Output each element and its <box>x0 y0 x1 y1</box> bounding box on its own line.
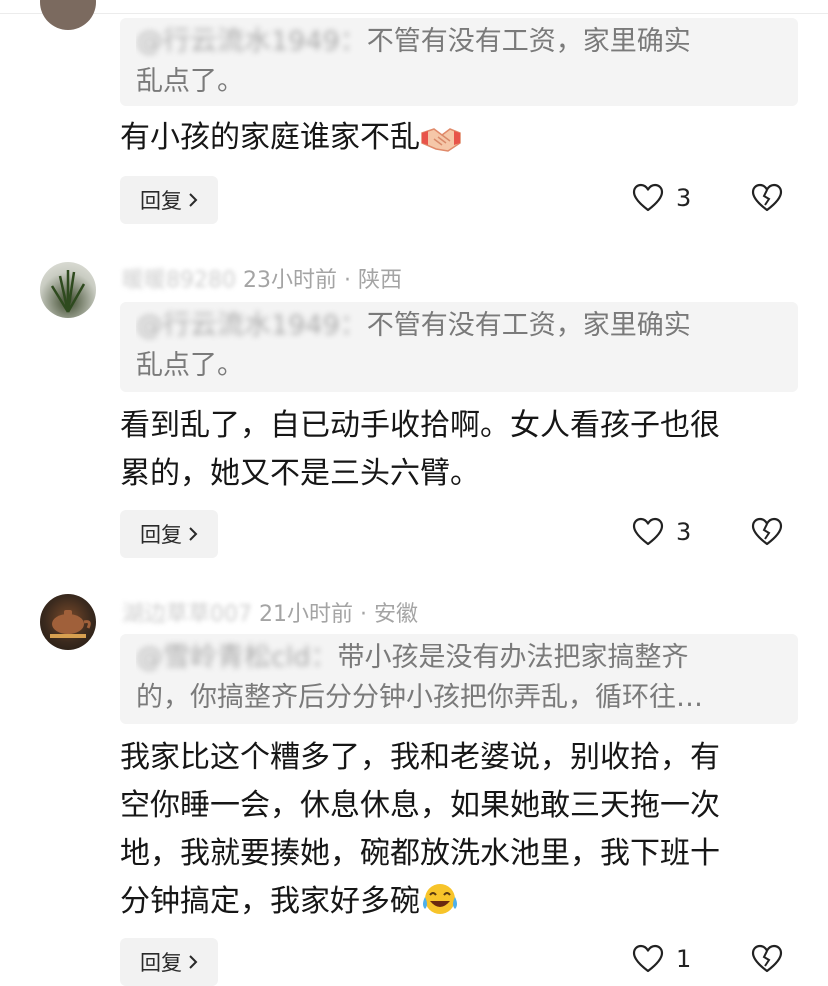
heart-outline-icon <box>632 944 664 973</box>
quote-username: @行云流水1949： <box>136 310 367 341</box>
quote-text-line: 不管有没有工资，家里确实 <box>366 26 691 57</box>
like-button[interactable]: 3 <box>632 517 691 547</box>
like-count: 3 <box>676 184 692 212</box>
top-divider <box>0 13 828 14</box>
avatar[interactable] <box>40 594 96 650</box>
chevron-right-icon <box>189 193 198 207</box>
comment-text: 有小孩的家庭谁家不乱 <box>120 114 790 162</box>
quote-username: @行云流水1949： <box>136 26 367 57</box>
time: 21小时前 <box>259 602 353 627</box>
quote-text-line: 不管有没有工资，家里确实 <box>366 310 691 341</box>
chevron-right-icon <box>189 955 198 969</box>
comment-text: 我家比这个糟多了，我和老婆说，别收拾，有 空你睡一会，休息休息，如果她敢三天拖一… <box>120 740 720 919</box>
quoted-comment[interactable]: @行云流水1949：不管有没有工资，家里确实 乱点了。 <box>120 302 798 392</box>
username[interactable]: 湖边草草007 <box>122 602 252 627</box>
reply-button[interactable]: 回复 <box>120 510 218 558</box>
quote-text-line: 的，你搞整齐后分分钟小孩把你弄乱，循环往… <box>136 682 703 713</box>
broken-heart-icon <box>751 944 783 973</box>
quoted-comment[interactable]: @行云流水1949：不管有没有工资，家里确实 乱点了。 <box>120 18 798 106</box>
comment-meta: 暖暖89280 23小时前 · 陕西 <box>122 268 403 293</box>
handshake-emoji <box>421 128 461 152</box>
chevron-right-icon <box>189 527 198 541</box>
broken-heart-icon <box>751 517 783 546</box>
comment-text: 看到乱了，自已动手收拾啊。女人看孩子也很 累的，她又不是三头六臂。 <box>120 408 720 491</box>
like-count: 3 <box>676 518 692 546</box>
broken-heart-icon <box>751 183 783 212</box>
like-button[interactable]: 3 <box>632 183 691 213</box>
dislike-button[interactable] <box>750 183 784 217</box>
laughing-crying-emoji <box>423 884 457 914</box>
reply-button[interactable]: 回复 <box>120 176 218 224</box>
quote-text-line: 乱点了。 <box>136 350 244 381</box>
location: 陕西 <box>358 268 403 293</box>
avatar[interactable] <box>40 0 96 30</box>
heart-outline-icon <box>632 183 664 212</box>
quote-text-line: 带小孩是没有办法把家搞整齐 <box>337 642 689 673</box>
quote-username: @雪岭青松cld： <box>136 642 338 673</box>
username[interactable]: 暖暖89280 <box>122 268 236 293</box>
time: 23小时前 <box>243 268 337 293</box>
like-button[interactable]: 1 <box>632 944 691 974</box>
location: 安徽 <box>374 602 419 627</box>
avatar[interactable] <box>40 262 96 318</box>
heart-outline-icon <box>632 517 664 546</box>
reply-button[interactable]: 回复 <box>120 938 218 986</box>
dislike-button[interactable] <box>750 944 784 978</box>
like-count: 1 <box>676 945 692 973</box>
quoted-comment[interactable]: @雪岭青松cld：带小孩是没有办法把家搞整齐 的，你搞整齐后分分钟小孩把你弄乱，… <box>120 634 798 724</box>
dislike-button[interactable] <box>750 517 784 551</box>
quote-text-line: 乱点了。 <box>136 66 244 97</box>
comment-meta: 湖边草草007 21小时前 · 安徽 <box>122 602 419 627</box>
